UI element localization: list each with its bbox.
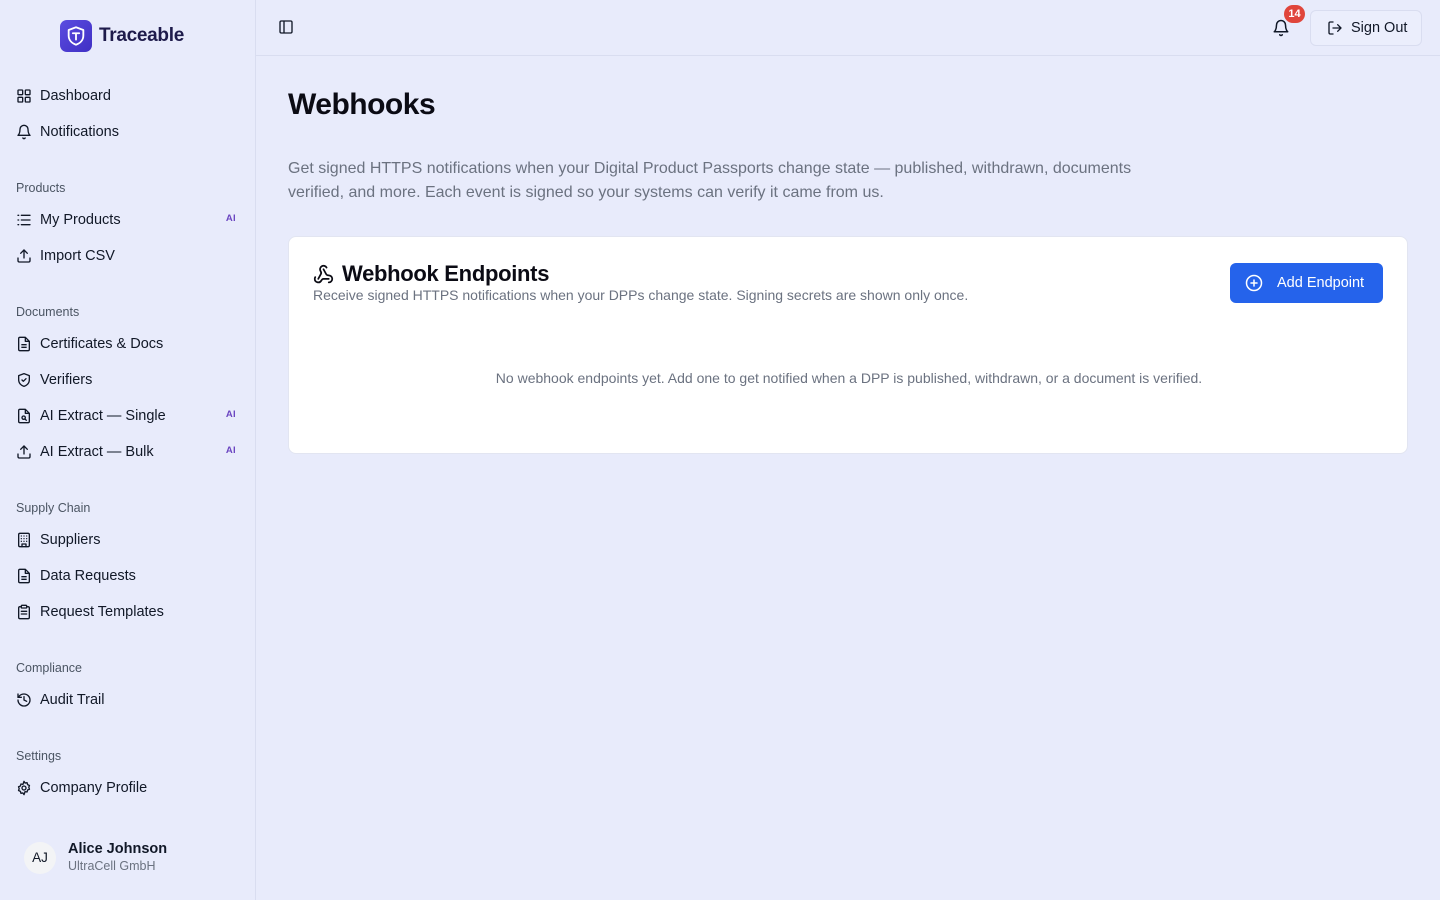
sidebar-item-company-profile[interactable]: Company Profile bbox=[0, 772, 256, 804]
page-title: Webhooks bbox=[288, 88, 436, 121]
brand-logo[interactable]: Traceable bbox=[60, 20, 184, 52]
user-profile[interactable]: AJ Alice Johnson UltraCell GmbH bbox=[24, 840, 167, 875]
upload-icon bbox=[16, 444, 32, 460]
clipboard-icon bbox=[16, 604, 32, 620]
sidebar-item-request-templates[interactable]: Request Templates bbox=[0, 596, 256, 628]
sign-out-label: Sign Out bbox=[1351, 20, 1408, 36]
file-icon bbox=[16, 336, 32, 352]
building-icon bbox=[16, 532, 32, 548]
add-endpoint-label: Add Endpoint bbox=[1277, 275, 1365, 291]
history-icon bbox=[16, 692, 32, 708]
webhook-endpoints-card: Webhook Endpoints Receive signed HTTPS n… bbox=[288, 236, 1408, 454]
plus-circle-icon bbox=[1245, 274, 1263, 292]
gear-icon bbox=[16, 780, 32, 796]
add-endpoint-button[interactable]: Add Endpoint bbox=[1230, 263, 1383, 303]
avatar: AJ bbox=[24, 841, 56, 874]
sidebar-item-label: Dashboard bbox=[40, 88, 111, 104]
ai-badge: AI bbox=[225, 409, 236, 420]
section-label-products: Products bbox=[16, 181, 66, 195]
sidebar-item-label: Audit Trail bbox=[40, 692, 105, 708]
sidebar-item-my-products[interactable]: My Products AI bbox=[0, 204, 256, 236]
shield-icon bbox=[16, 372, 32, 388]
sidebar-item-label: Data Requests bbox=[40, 568, 136, 584]
sidebar-item-label: Verifiers bbox=[40, 372, 93, 388]
file-icon bbox=[16, 568, 32, 584]
user-name: Alice Johnson bbox=[68, 841, 168, 857]
sidebar-item-label: Notifications bbox=[40, 124, 119, 140]
card-title: Webhook Endpoints bbox=[342, 261, 550, 286]
notification-count-badge: 14 bbox=[1284, 5, 1305, 23]
upload-icon bbox=[16, 248, 32, 264]
sidebar-item-ai-extract-single[interactable]: AI Extract — Single AI bbox=[0, 400, 256, 432]
sidebar-item-notifications[interactable]: Notifications bbox=[0, 116, 256, 148]
sidebar-item-verifiers[interactable]: Verifiers bbox=[0, 364, 256, 396]
section-label-compliance: Compliance bbox=[16, 661, 83, 675]
empty-state-message: No webhook endpoints yet. Add one to get… bbox=[495, 370, 1203, 386]
section-label-documents: Documents bbox=[16, 305, 80, 319]
sidebar-item-dashboard[interactable]: Dashboard bbox=[0, 80, 256, 112]
sidebar-item-data-requests[interactable]: Data Requests bbox=[0, 560, 256, 592]
sidebar-item-label: Request Templates bbox=[40, 604, 164, 620]
list-icon bbox=[16, 212, 32, 228]
sign-out-button[interactable]: Sign Out bbox=[1310, 10, 1422, 46]
brand-name: Traceable bbox=[99, 25, 184, 46]
sidebar-item-audit-trail[interactable]: Audit Trail bbox=[0, 684, 256, 716]
ai-badge: AI bbox=[225, 445, 236, 456]
sidebar-item-label: Suppliers bbox=[40, 532, 101, 548]
shield-logo-icon bbox=[60, 20, 92, 52]
bell-icon bbox=[16, 124, 32, 140]
sidebar-item-ai-extract-bulk[interactable]: AI Extract — Bulk AI bbox=[0, 436, 256, 468]
sidebar-item-suppliers[interactable]: Suppliers bbox=[0, 524, 256, 556]
sidebar-toggle-icon[interactable] bbox=[278, 19, 294, 35]
log-out-icon bbox=[1327, 20, 1343, 36]
sidebar-item-certificates-docs[interactable]: Certificates & Docs bbox=[0, 328, 256, 360]
page-description: Get signed HTTPS notifications when your… bbox=[288, 160, 1132, 201]
sidebar-item-label: Certificates & Docs bbox=[40, 336, 164, 352]
user-company: UltraCell GmbH bbox=[68, 859, 156, 873]
sidebar-item-label: AI Extract — Bulk bbox=[40, 444, 154, 460]
sidebar-item-label: My Products bbox=[40, 212, 121, 228]
topbar: 14 Sign Out bbox=[256, 0, 1440, 56]
webhook-icon bbox=[313, 264, 334, 285]
sidebar-item-label: AI Extract — Single bbox=[40, 408, 166, 424]
sidebar-item-label: Company Profile bbox=[40, 780, 148, 796]
notifications-bell-icon[interactable] bbox=[1272, 19, 1290, 37]
section-label-supply-chain: Supply Chain bbox=[16, 501, 91, 515]
sidebar-item-import-csv[interactable]: Import CSV bbox=[0, 240, 256, 272]
ai-badge: AI bbox=[225, 213, 236, 224]
sidebar-item-label: Import CSV bbox=[40, 248, 115, 264]
card-subtitle: Receive signed HTTPS notifications when … bbox=[313, 287, 969, 303]
card-header: Webhook Endpoints bbox=[313, 261, 549, 287]
grid-icon bbox=[16, 88, 32, 104]
sidebar: Traceable Dashboard Notifications Produc… bbox=[0, 0, 256, 900]
section-label-settings: Settings bbox=[16, 749, 62, 763]
file-scan-icon bbox=[16, 408, 32, 424]
